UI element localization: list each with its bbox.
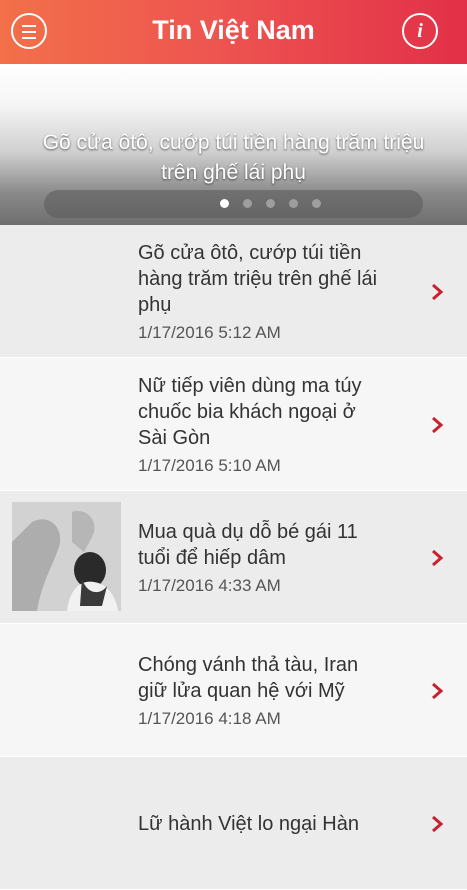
article-item[interactable]: Gõ cửa ôtô, cướp túi tiền hàng trăm triệu… — [0, 225, 467, 358]
article-title-line: Mua quà dụ dỗ bé gái 11 — [138, 521, 358, 543]
article-item[interactable]: Chóng vánh thả tàu, Iran giữ lửa quan hệ … — [0, 624, 467, 757]
page-dot[interactable] — [243, 199, 252, 208]
banner-headline: Gõ cửa ôtô, cướp túi tiền hàng trăm triệ… — [0, 128, 467, 188]
chevron-right-icon — [432, 417, 444, 433]
article-title-line: Lữ hành Việt lo ngại Hàn — [138, 813, 359, 835]
app-title: Tin Việt Nam — [152, 15, 315, 45]
article-text: Lữ hành Việt lo ngại Hàn — [138, 811, 428, 837]
article-item[interactable]: Lữ hành Việt lo ngại Hàn — [0, 757, 467, 890]
article-date: 1/17/2016 4:33 AM — [138, 576, 281, 595]
article-date: 1/17/2016 5:12 AM — [138, 323, 281, 342]
article-title-line: tuổi để hiếp dâm — [138, 547, 286, 569]
article-text: Mua quà dụ dỗ bé gái 11 tuổi để hiếp dâm 1… — [138, 519, 428, 597]
page-indicator — [44, 190, 423, 218]
article-title-line: Nữ tiếp viên dùng ma túy — [138, 375, 362, 397]
banner-headline-line: trên ghế lái phụ — [161, 161, 306, 184]
article-title-line: giữ lửa quan hệ với Mỹ — [138, 680, 345, 702]
article-item[interactable]: Nữ tiếp viên dùng ma túy chuốc bia khách … — [0, 358, 467, 491]
article-list: Gõ cửa ôtô, cướp túi tiền hàng trăm triệu… — [0, 225, 467, 890]
article-thumbnail — [12, 502, 121, 611]
article-item[interactable]: Mua quà dụ dỗ bé gái 11 tuổi để hiếp dâm 1… — [0, 491, 467, 624]
chevron-right-icon — [432, 284, 444, 300]
article-text: Nữ tiếp viên dùng ma túy chuốc bia khách … — [138, 373, 428, 477]
chevron-right-icon — [432, 816, 444, 832]
article-title-line: hàng trăm triệu trên ghế lái — [138, 268, 378, 290]
app-header: Tin Việt Nam i — [0, 0, 467, 64]
article-date: 1/17/2016 4:18 AM — [138, 709, 281, 728]
chevron-right-icon — [432, 683, 444, 699]
article-title-line: chuốc bia khách ngoại ở — [138, 401, 356, 423]
page-dot[interactable] — [220, 199, 229, 208]
article-title-line: Gõ cửa ôtô, cướp túi tiền — [138, 242, 362, 264]
article-title-line: phụ — [138, 294, 172, 316]
chevron-right-icon — [432, 550, 444, 566]
article-text: Gõ cửa ôtô, cướp túi tiền hàng trăm triệu… — [138, 240, 428, 344]
article-title-line: Sài Gòn — [138, 427, 211, 449]
page-dot[interactable] — [312, 199, 321, 208]
article-title-line: Chóng vánh thả tàu, Iran — [138, 654, 359, 676]
banner-headline-line: Gõ cửa ôtô, cướp túi tiền hàng trăm triệ… — [42, 131, 425, 154]
page-dot[interactable] — [266, 199, 275, 208]
article-text: Chóng vánh thả tàu, Iran giữ lửa quan hệ … — [138, 652, 428, 730]
info-icon: i — [417, 20, 423, 42]
info-button[interactable]: i — [402, 13, 438, 49]
page-dot[interactable] — [289, 199, 298, 208]
featured-banner[interactable]: Gõ cửa ôtô, cướp túi tiền hàng trăm triệ… — [0, 64, 467, 225]
article-date: 1/17/2016 5:10 AM — [138, 456, 281, 475]
